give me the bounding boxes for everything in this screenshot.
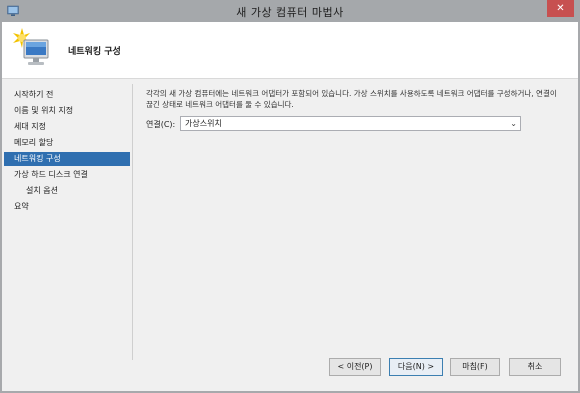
new-vm-wizard-icon: [13, 28, 49, 65]
previous-button[interactable]: < 이전(P): [329, 358, 381, 376]
nav-item-memory[interactable]: 메모리 할당: [4, 136, 130, 150]
wizard-header: 네트워킹 구성: [2, 22, 578, 79]
nav-item-summary[interactable]: 요약: [4, 200, 130, 214]
connection-selected-value: 가상스위치: [185, 119, 222, 128]
nav-item-install-options[interactable]: 설치 옵션: [4, 184, 130, 198]
wizard-window: 새 가상 컴퓨터 마법사 ✕ 네트워킹 구성 시작하기 전 이름 및 위치 지정…: [0, 0, 580, 393]
connection-select[interactable]: 가상스위치 ⌄: [180, 116, 521, 131]
connection-label: 연결(C):: [146, 120, 176, 129]
cancel-button[interactable]: 취소: [509, 358, 561, 376]
finish-button[interactable]: 마침(F): [450, 358, 500, 376]
nav-divider: [132, 84, 133, 360]
window-title: 새 가상 컴퓨터 마법사: [236, 6, 344, 19]
wizard-client-area: 네트워킹 구성 시작하기 전 이름 및 위치 지정 세대 지정 메모리 할당 네…: [2, 22, 578, 391]
nav-item-before-you-begin[interactable]: 시작하기 전: [4, 88, 130, 102]
chevron-down-icon: ⌄: [510, 119, 517, 128]
nav-item-virtual-disk[interactable]: 가상 하드 디스크 연결: [4, 168, 130, 182]
wizard-step-nav: 시작하기 전 이름 및 위치 지정 세대 지정 메모리 할당 네트워킹 구성 가…: [2, 80, 132, 340]
page-description: 각각의 새 가상 컴퓨터에는 네트워크 어댑터가 포함되어 있습니다. 가상 스…: [146, 89, 557, 109]
nav-item-generation[interactable]: 세대 지정: [4, 120, 130, 134]
next-button[interactable]: 다음(N) >: [389, 358, 443, 376]
page-title: 네트워킹 구성: [68, 47, 121, 57]
nav-item-name-and-location[interactable]: 이름 및 위치 지정: [4, 104, 130, 118]
nav-item-networking[interactable]: 네트워킹 구성: [4, 152, 130, 166]
title-bar: 새 가상 컴퓨터 마법사 ✕: [0, 0, 580, 22]
close-button[interactable]: ✕: [547, 0, 574, 17]
